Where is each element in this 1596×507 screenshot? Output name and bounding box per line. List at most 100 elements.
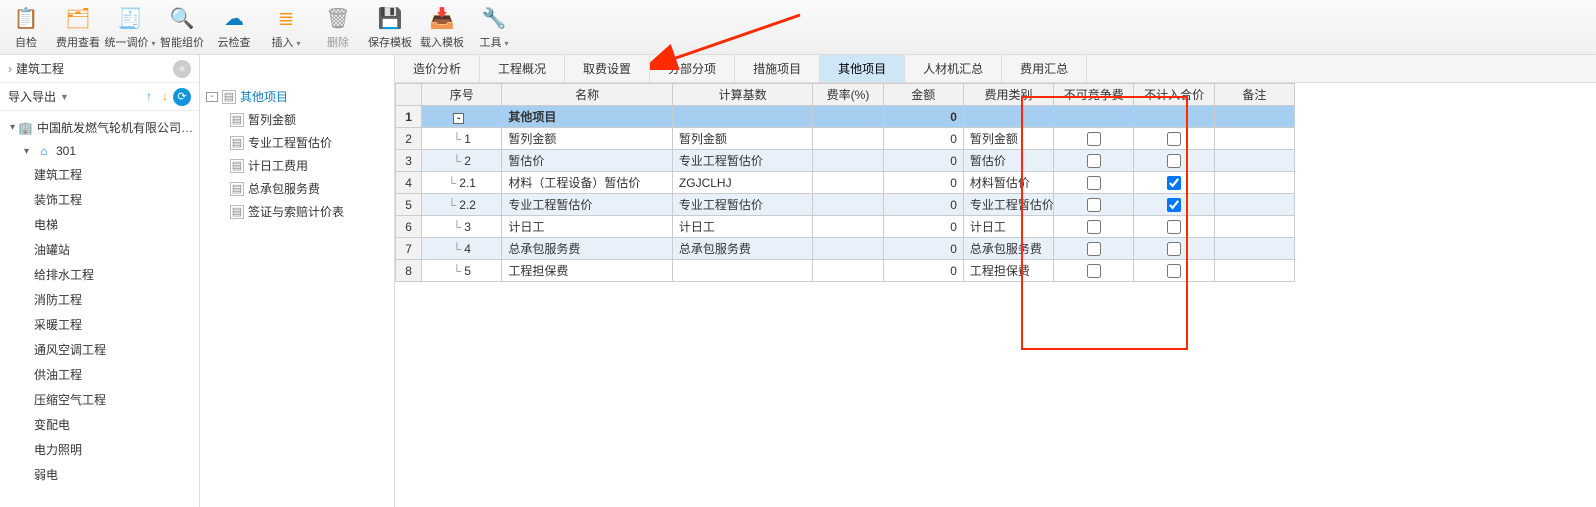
cell-base[interactable]: 专业工程暂估价: [672, 150, 812, 172]
tree-leaf[interactable]: 采暖工程: [0, 312, 199, 337]
cell-base[interactable]: 总承包服务费: [672, 238, 812, 260]
noinclude-checkbox[interactable]: [1167, 198, 1181, 212]
outline-item[interactable]: ▤总承包服务费: [204, 177, 390, 200]
cell-rate[interactable]: [813, 216, 883, 238]
cell-category[interactable]: 专业工程暂估价: [963, 194, 1053, 216]
noncompete-checkbox[interactable]: [1087, 220, 1101, 234]
cell-noncompete[interactable]: [1054, 172, 1134, 194]
import-export-label[interactable]: 导入导出: [8, 88, 56, 105]
load-tpl-button[interactable]: 📥载入模板: [416, 2, 468, 52]
cell-base[interactable]: ZGJCLHJ: [672, 172, 812, 194]
cell-rate[interactable]: [813, 260, 883, 282]
tree-leaf[interactable]: 通风空调工程: [0, 337, 199, 362]
noncompete-checkbox[interactable]: [1087, 132, 1101, 146]
col-header[interactable]: 不可竞争费: [1054, 84, 1134, 106]
cell-name[interactable]: 暂估价: [502, 150, 673, 172]
cell-note[interactable]: [1214, 238, 1294, 260]
noinclude-checkbox[interactable]: [1167, 242, 1181, 256]
cell-category[interactable]: 暂列金额: [963, 128, 1053, 150]
noinclude-checkbox[interactable]: [1167, 132, 1181, 146]
noncompete-checkbox[interactable]: [1087, 264, 1101, 278]
cell-noinclude[interactable]: [1134, 194, 1214, 216]
tree-leaf[interactable]: 给排水工程: [0, 262, 199, 287]
smart-quote-button[interactable]: 🔍智能组价: [156, 2, 208, 52]
tools-button[interactable]: 🔧工具 ▾: [468, 2, 520, 52]
cell-category[interactable]: 总承包服务费: [963, 238, 1053, 260]
cell-noncompete[interactable]: [1054, 238, 1134, 260]
cell-noncompete[interactable]: [1054, 260, 1134, 282]
noinclude-checkbox[interactable]: [1167, 154, 1181, 168]
col-header[interactable]: 备注: [1214, 84, 1294, 106]
cell-noinclude[interactable]: [1134, 172, 1214, 194]
cell-base[interactable]: 暂列金额: [672, 128, 812, 150]
col-header[interactable]: 费用类别: [963, 84, 1053, 106]
cell-note[interactable]: [1214, 260, 1294, 282]
outline-item[interactable]: ▤专业工程暂估价: [204, 131, 390, 154]
cell-base[interactable]: [672, 260, 812, 282]
tree-leaf[interactable]: 油罐站: [0, 237, 199, 262]
col-header[interactable]: 费率(%): [813, 84, 883, 106]
cell-rate[interactable]: [813, 238, 883, 260]
outline-item[interactable]: ▤计日工费用: [204, 154, 390, 177]
tree-leaf[interactable]: 消防工程: [0, 287, 199, 312]
sync-circle-icon[interactable]: ⟳: [173, 88, 191, 106]
cell-note[interactable]: [1214, 194, 1294, 216]
cell-amount[interactable]: 0: [883, 106, 963, 128]
cell-rate[interactable]: [813, 106, 883, 128]
cell-seq[interactable]: └ 3: [422, 216, 502, 238]
cell-seq[interactable]: └ 2.2: [422, 194, 502, 216]
cell-category[interactable]: [963, 106, 1053, 128]
cell-note[interactable]: [1214, 150, 1294, 172]
tree-root-company[interactable]: ▾ 🏢 中国航发燃气轮机有限公司…: [0, 115, 199, 140]
cell-category[interactable]: 工程担保费: [963, 260, 1053, 282]
col-header[interactable]: 名称: [502, 84, 673, 106]
cell-note[interactable]: [1214, 216, 1294, 238]
cell-category[interactable]: 材料暂估价: [963, 172, 1053, 194]
col-header[interactable]: 金额: [883, 84, 963, 106]
cell-noinclude[interactable]: [1134, 238, 1214, 260]
noncompete-checkbox[interactable]: [1087, 242, 1101, 256]
tree-leaf[interactable]: 压缩空气工程: [0, 387, 199, 412]
arrow-down-icon[interactable]: ↓: [157, 89, 173, 105]
cell-rate[interactable]: [813, 194, 883, 216]
cell-category[interactable]: 暂估价: [963, 150, 1053, 172]
unify-price-button[interactable]: 🧾统一调价 ▾: [104, 2, 156, 52]
table-row[interactable]: 2└ 1暂列金额暂列金额0暂列金额: [396, 128, 1295, 150]
arrow-up-icon[interactable]: ↑: [141, 89, 157, 105]
tab-0[interactable]: 造价分析: [395, 55, 480, 82]
tab-6[interactable]: 人材机汇总: [905, 55, 1002, 82]
tree-leaf[interactable]: 电梯: [0, 212, 199, 237]
tree-leaf[interactable]: 装饰工程: [0, 187, 199, 212]
cell-name[interactable]: 其他项目: [502, 106, 673, 128]
cell-base[interactable]: 计日工: [672, 216, 812, 238]
cell-noncompete[interactable]: [1054, 106, 1134, 128]
cell-category[interactable]: 计日工: [963, 216, 1053, 238]
cell-noncompete[interactable]: [1054, 194, 1134, 216]
table-row[interactable]: 6└ 3计日工计日工0计日工: [396, 216, 1295, 238]
cell-name[interactable]: 工程担保费: [502, 260, 673, 282]
cell-seq[interactable]: └ 2.1: [422, 172, 502, 194]
insert-button[interactable]: ≣插入 ▾: [260, 2, 312, 52]
cell-seq[interactable]: -: [422, 106, 502, 128]
table-row[interactable]: 5└ 2.2专业工程暂估价专业工程暂估价0专业工程暂估价: [396, 194, 1295, 216]
fee-view-button[interactable]: 🗂费用查看: [52, 2, 104, 52]
noinclude-checkbox[interactable]: [1167, 220, 1181, 234]
tab-4[interactable]: 措施项目: [735, 55, 820, 82]
collapse-toggle[interactable]: -: [453, 113, 464, 124]
tab-2[interactable]: 取费设置: [565, 55, 650, 82]
cell-amount[interactable]: 0: [883, 216, 963, 238]
cell-noncompete[interactable]: [1054, 128, 1134, 150]
cell-seq[interactable]: └ 5: [422, 260, 502, 282]
col-header[interactable]: 计算基数: [672, 84, 812, 106]
cell-amount[interactable]: 0: [883, 238, 963, 260]
table-row[interactable]: 1-其他项目0: [396, 106, 1295, 128]
tab-3[interactable]: 分部分项: [650, 55, 735, 82]
table-row[interactable]: 7└ 4总承包服务费总承包服务费0总承包服务费: [396, 238, 1295, 260]
col-header[interactable]: [396, 84, 422, 106]
cell-base[interactable]: 专业工程暂估价: [672, 194, 812, 216]
chevron-down-icon[interactable]: ▼: [60, 92, 69, 102]
tree-leaf[interactable]: 建筑工程: [0, 162, 199, 187]
noncompete-checkbox[interactable]: [1087, 198, 1101, 212]
noncompete-checkbox[interactable]: [1087, 154, 1101, 168]
cell-noncompete[interactable]: [1054, 216, 1134, 238]
